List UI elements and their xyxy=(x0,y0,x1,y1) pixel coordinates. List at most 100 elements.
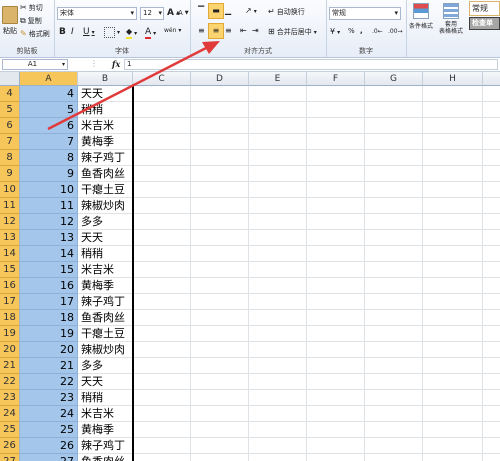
cell-empty[interactable] xyxy=(133,262,191,278)
cell-empty[interactable] xyxy=(191,134,249,150)
cell-empty[interactable] xyxy=(365,86,423,102)
row-header[interactable]: 17 xyxy=(0,294,20,310)
cell-empty[interactable] xyxy=(423,214,483,230)
cell-b[interactable]: 辣子鸡丁 xyxy=(78,438,133,454)
cell-empty[interactable] xyxy=(483,262,500,278)
row-header[interactable]: 21 xyxy=(0,358,20,374)
underline-button[interactable]: U ▾ xyxy=(83,27,95,37)
cell-a[interactable]: 12 xyxy=(20,214,78,230)
cell-empty[interactable] xyxy=(307,310,365,326)
cell-empty[interactable] xyxy=(307,374,365,390)
row-header[interactable]: 15 xyxy=(0,262,20,278)
column-header-a[interactable]: A xyxy=(20,72,78,86)
cell-empty[interactable] xyxy=(307,166,365,182)
cell-empty[interactable] xyxy=(133,150,191,166)
cell-empty[interactable] xyxy=(133,342,191,358)
cell-empty[interactable] xyxy=(249,438,307,454)
percent-button[interactable]: % xyxy=(348,27,355,35)
row-header[interactable]: 27 xyxy=(0,454,20,461)
cell-empty[interactable] xyxy=(307,198,365,214)
cell-empty[interactable] xyxy=(191,390,249,406)
cell-empty[interactable] xyxy=(191,102,249,118)
cell-empty[interactable] xyxy=(483,118,500,134)
cell-a[interactable]: 18 xyxy=(20,310,78,326)
cell-empty[interactable] xyxy=(249,406,307,422)
decrease-indent-button[interactable]: ⇤ xyxy=(240,26,247,36)
cell-empty[interactable] xyxy=(191,454,249,461)
cell-empty[interactable] xyxy=(307,246,365,262)
paste-button[interactable]: 粘贴 xyxy=(2,6,18,36)
cell-empty[interactable] xyxy=(483,86,500,102)
cell-empty[interactable] xyxy=(133,86,191,102)
cell-empty[interactable] xyxy=(249,262,307,278)
cell-empty[interactable] xyxy=(365,294,423,310)
middle-align-button[interactable]: ▬ xyxy=(208,3,224,19)
cell-empty[interactable] xyxy=(423,310,483,326)
cell-a[interactable]: 24 xyxy=(20,406,78,422)
cell-empty[interactable] xyxy=(133,438,191,454)
cell-empty[interactable] xyxy=(307,150,365,166)
cell-empty[interactable] xyxy=(307,342,365,358)
cell-a[interactable]: 10 xyxy=(20,182,78,198)
row-header[interactable]: 18 xyxy=(0,310,20,326)
cell-b[interactable]: 干瘪土豆 xyxy=(78,182,133,198)
cell-empty[interactable] xyxy=(191,406,249,422)
cell-a[interactable]: 11 xyxy=(20,198,78,214)
wrap-text-button[interactable]: ↵ 自动换行 xyxy=(268,7,305,17)
cell-empty[interactable] xyxy=(133,358,191,374)
cell-a[interactable]: 25 xyxy=(20,422,78,438)
increase-indent-button[interactable]: ⇥ xyxy=(252,26,259,36)
cell-b[interactable]: 鱼香肉丝 xyxy=(78,310,133,326)
cell-empty[interactable] xyxy=(307,358,365,374)
cell-empty[interactable] xyxy=(249,102,307,118)
cell-empty[interactable] xyxy=(423,374,483,390)
cell-empty[interactable] xyxy=(249,294,307,310)
cell-empty[interactable] xyxy=(365,310,423,326)
cell-empty[interactable] xyxy=(307,406,365,422)
cell-empty[interactable] xyxy=(191,118,249,134)
cell-empty[interactable] xyxy=(133,294,191,310)
cell-empty[interactable] xyxy=(133,326,191,342)
cell-b[interactable]: 黄梅季 xyxy=(78,278,133,294)
cell-empty[interactable] xyxy=(133,390,191,406)
cell-empty[interactable] xyxy=(483,422,500,438)
cell-empty[interactable] xyxy=(423,230,483,246)
cell-empty[interactable] xyxy=(249,422,307,438)
cell-empty[interactable] xyxy=(365,182,423,198)
cell-empty[interactable] xyxy=(423,422,483,438)
cell-empty[interactable] xyxy=(249,246,307,262)
cell-b[interactable]: 黄梅季 xyxy=(78,422,133,438)
cell-empty[interactable] xyxy=(483,166,500,182)
cell-empty[interactable] xyxy=(191,262,249,278)
top-align-button[interactable]: ▔ xyxy=(198,6,204,16)
row-header[interactable]: 20 xyxy=(0,342,20,358)
cell-a[interactable]: 5 xyxy=(20,102,78,118)
cell-empty[interactable] xyxy=(133,230,191,246)
cell-empty[interactable] xyxy=(423,198,483,214)
cell-b[interactable]: 米吉米 xyxy=(78,118,133,134)
cell-empty[interactable] xyxy=(133,118,191,134)
column-header-f[interactable]: F xyxy=(307,72,365,86)
italic-button[interactable]: I xyxy=(71,27,74,37)
cell-empty[interactable] xyxy=(307,134,365,150)
cell-empty[interactable] xyxy=(191,86,249,102)
cell-empty[interactable] xyxy=(133,182,191,198)
row-header[interactable]: 22 xyxy=(0,374,20,390)
cell-empty[interactable] xyxy=(249,326,307,342)
cell-empty[interactable] xyxy=(249,182,307,198)
increase-decimal-button[interactable]: .0← xyxy=(372,27,383,37)
cell-empty[interactable] xyxy=(365,278,423,294)
cell-empty[interactable] xyxy=(365,454,423,461)
column-header-i[interactable] xyxy=(483,72,500,86)
cell-empty[interactable] xyxy=(249,390,307,406)
cell-empty[interactable] xyxy=(133,406,191,422)
cell-empty[interactable] xyxy=(307,86,365,102)
cell-empty[interactable] xyxy=(133,246,191,262)
row-header[interactable]: 19 xyxy=(0,326,20,342)
cell-b[interactable]: 多多 xyxy=(78,214,133,230)
cell-empty[interactable] xyxy=(191,198,249,214)
cell-empty[interactable] xyxy=(423,438,483,454)
cell-a[interactable]: 15 xyxy=(20,262,78,278)
cell-empty[interactable] xyxy=(133,214,191,230)
cell-empty[interactable] xyxy=(365,406,423,422)
